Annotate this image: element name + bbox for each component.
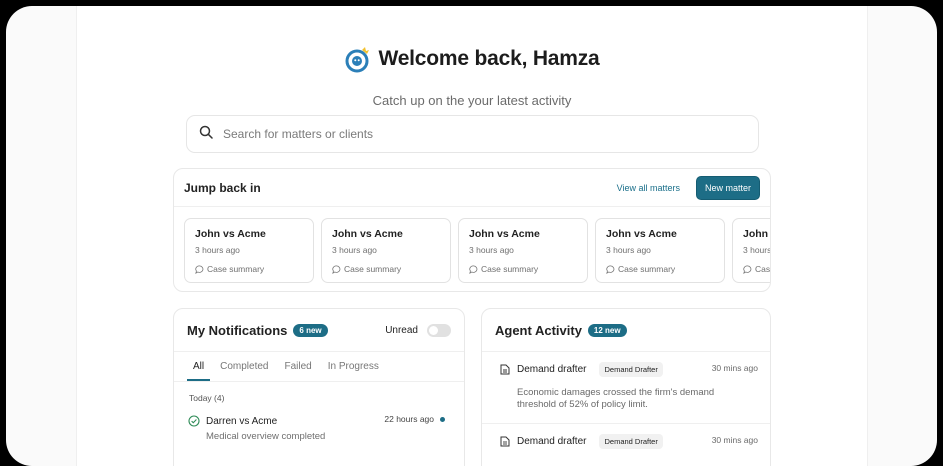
matter-card-title: John vs Acme: [469, 228, 540, 240]
jump-back-in-title: Jump back in: [184, 180, 261, 195]
agent-type-chip: Demand Drafter: [599, 433, 663, 449]
welcome-title-row: Welcome back, Hamza: [344, 46, 600, 73]
matter-card[interactable]: John vs Acme 3 hours ago Case summary: [458, 218, 588, 283]
matter-card-title: John vs Acme: [606, 228, 677, 240]
view-all-matters-link[interactable]: View all matters: [617, 183, 680, 193]
matter-card-tag: Case summary: [195, 264, 303, 274]
search-input[interactable]: [223, 127, 723, 141]
page-title: Welcome back, Hamza: [378, 47, 600, 70]
agent-activity-item[interactable]: Demand drafter Demand Drafter 30 mins ag…: [482, 424, 770, 461]
tab-in-progress[interactable]: In Progress: [322, 352, 385, 381]
matter-card-time: 3 hours ago: [469, 245, 514, 255]
welcome-header: Welcome back, Hamza Catch up on the your…: [77, 46, 867, 108]
agent-activity-header: Agent Activity 12 new: [482, 309, 770, 352]
chat-bubble-icon: [469, 264, 478, 274]
matter-card-tag: Case summary: [606, 264, 714, 274]
agent-activity-time: 30 mins ago: [711, 363, 758, 373]
unread-label: Unread: [385, 324, 418, 336]
chat-bubble-icon: [195, 264, 204, 274]
chat-bubble-icon: [743, 264, 752, 274]
unread-dot: [440, 417, 445, 422]
matter-card-title: John vs Acme: [195, 228, 266, 240]
jump-back-in-header: Jump back in View all matters New matter: [174, 169, 770, 207]
new-matter-button[interactable]: New matter: [695, 175, 760, 200]
notifications-header: My Notifications 6 new Unread: [174, 309, 464, 352]
matter-card[interactable]: John vs Acme 3 hours ago Case summary: [184, 218, 314, 283]
tab-all[interactable]: All: [187, 352, 211, 381]
page-subtitle: Catch up on the your latest activity: [372, 93, 572, 108]
matter-card-time: 3 hours ago: [743, 245, 771, 255]
chat-bubble-icon: [606, 264, 615, 274]
matter-card-tag: Case summary: [743, 264, 771, 274]
matter-card-tag-label: Case summary: [755, 264, 771, 274]
unread-toggle[interactable]: [427, 323, 451, 337]
agent-activity-item[interactable]: Demand drafter Demand Drafter 30 mins ag…: [482, 352, 770, 424]
dashboard-page: Welcome back, Hamza Catch up on the your…: [76, 6, 868, 466]
notification-group-label: Today (4): [189, 393, 225, 403]
unread-filter: Unread: [385, 323, 451, 337]
jump-back-in-panel: Jump back in View all matters New matter…: [173, 168, 771, 292]
agent-activity-time: 30 mins ago: [711, 434, 758, 445]
matter-card-tag-label: Case summary: [481, 264, 539, 274]
notifications-count-badge: 6 new: [293, 323, 328, 337]
recent-matters-list: John vs Acme 3 hours ago Case summary Jo…: [184, 218, 771, 283]
matter-card-title: John vs Acme: [743, 228, 770, 240]
matter-card-title: John vs Acme: [332, 228, 403, 240]
agent-activity-title: Agent Activity: [495, 322, 582, 338]
tab-failed[interactable]: Failed: [278, 352, 317, 381]
notification-item[interactable]: Darren vs Acme 22 hours ago Medical over…: [174, 403, 464, 442]
matter-card-tag: Case summary: [332, 264, 440, 274]
chat-bubble-icon: [332, 264, 341, 274]
agent-activity-panel: Agent Activity 12 new Demand drafter Dem…: [481, 308, 771, 466]
matter-card-tag-label: Case summary: [344, 264, 402, 274]
document-icon: [500, 364, 510, 375]
matter-card[interactable]: John vs Acme 3 hours ago Case summary: [732, 218, 771, 283]
agent-type-chip: Demand Drafter: [599, 362, 663, 377]
agent-activity-count-badge: 12 new: [587, 323, 627, 337]
agent-name: Demand drafter: [517, 435, 587, 447]
matter-card-tag-label: Case summary: [207, 264, 265, 274]
app-window: Welcome back, Hamza Catch up on the your…: [6, 6, 937, 466]
document-icon: [500, 436, 510, 447]
search-bar[interactable]: [186, 115, 759, 153]
notification-time: 22 hours ago: [384, 414, 434, 424]
notifications-panel: My Notifications 6 new Unread All Comple…: [173, 308, 465, 466]
notification-tabs: All Completed Failed In Progress: [174, 352, 464, 382]
matter-card-time: 3 hours ago: [332, 245, 377, 255]
notification-title: Darren vs Acme: [206, 415, 278, 427]
matter-card[interactable]: John vs Acme 3 hours ago Case summary: [595, 218, 725, 283]
matter-card-time: 3 hours ago: [606, 245, 651, 255]
agent-activity-description: Economic damages crossed the firm's dema…: [517, 387, 715, 410]
matter-card-time: 3 hours ago: [195, 245, 240, 255]
check-circle-icon: [188, 415, 200, 427]
search-icon: [199, 125, 213, 144]
matter-card-tag: Case summary: [469, 264, 577, 274]
matter-card-tag-label: Case summary: [618, 264, 676, 274]
notifications-title: My Notifications: [187, 322, 288, 338]
matter-card[interactable]: John vs Acme 3 hours ago Case summary: [321, 218, 451, 283]
app-logo-icon: [344, 46, 370, 73]
notification-subtitle: Medical overview completed: [206, 431, 326, 442]
tab-completed[interactable]: Completed: [214, 352, 274, 381]
agent-name: Demand drafter: [517, 364, 587, 375]
